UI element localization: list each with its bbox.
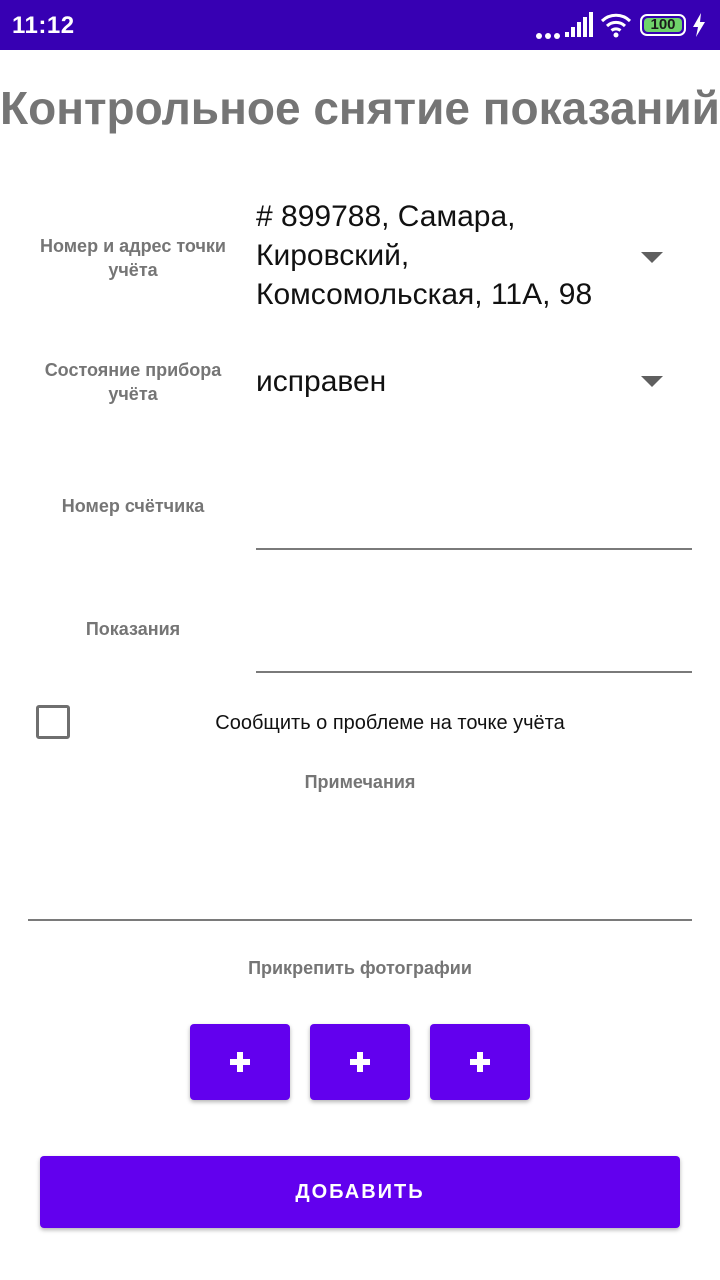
state-label: Состояние прибора учёта bbox=[44, 360, 222, 404]
status-bar: 11:12 100 bbox=[0, 0, 720, 50]
problem-checkbox-label[interactable]: Сообщить о проблеме на точке учёта bbox=[140, 710, 640, 736]
battery-level: 100 bbox=[650, 16, 676, 33]
point-spinner[interactable]: # 899788, Самара, Кировский, Комсомольск… bbox=[256, 197, 676, 321]
add-photo-button-2[interactable] bbox=[310, 1024, 410, 1100]
dropdown-arrow-icon[interactable] bbox=[641, 376, 663, 387]
point-label: Номер и адрес точки учёта bbox=[39, 236, 226, 280]
plus-icon bbox=[230, 1052, 250, 1072]
status-time: 11:12 bbox=[12, 12, 75, 39]
signal-icon bbox=[565, 12, 593, 37]
charging-icon bbox=[693, 13, 705, 37]
point-value: # 899788, Самара, Кировский, Комсомольск… bbox=[256, 200, 593, 311]
problem-checkbox[interactable] bbox=[36, 705, 70, 739]
add-photo-button-3[interactable] bbox=[430, 1024, 530, 1100]
readings-input[interactable] bbox=[256, 625, 692, 673]
meter-number-input[interactable] bbox=[256, 502, 692, 550]
wifi-icon bbox=[600, 13, 632, 38]
state-spinner[interactable]: исправен bbox=[256, 362, 676, 402]
photos-label: Прикрепить фотографии bbox=[248, 958, 472, 978]
state-value: исправен bbox=[256, 365, 387, 398]
add-photo-button-1[interactable] bbox=[190, 1024, 290, 1100]
readings-label: Показания bbox=[85, 619, 181, 639]
meter-number-label: Номер счётчика bbox=[61, 496, 205, 516]
more-dots-icon bbox=[536, 26, 563, 44]
page-title: Контрольное снятие показаний bbox=[0, 82, 720, 134]
dropdown-arrow-icon[interactable] bbox=[641, 252, 663, 263]
plus-icon bbox=[350, 1052, 370, 1072]
battery-icon: 100 bbox=[640, 14, 686, 36]
notes-input[interactable] bbox=[28, 800, 692, 921]
screen: 11:12 100 Контрольное снятие показаний Н… bbox=[0, 0, 720, 1280]
plus-icon bbox=[470, 1052, 490, 1072]
notes-label: Примечания bbox=[304, 772, 416, 792]
add-button[interactable]: ДОБАВИТЬ bbox=[40, 1156, 680, 1228]
